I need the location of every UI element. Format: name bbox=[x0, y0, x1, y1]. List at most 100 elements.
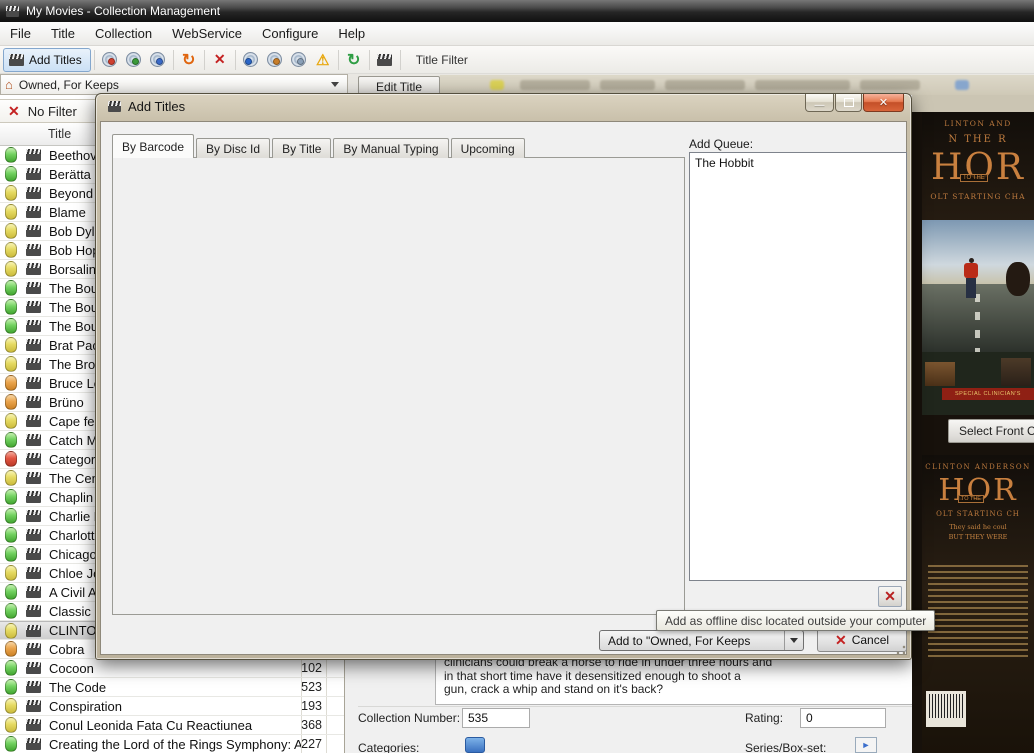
rating-input[interactable]: 0 bbox=[800, 708, 886, 728]
description-line: gun, crack a whip and stand on it's back… bbox=[444, 683, 963, 697]
blurred-icon bbox=[955, 80, 969, 90]
disc-tools-button-2[interactable] bbox=[263, 49, 287, 71]
toolbar-separator bbox=[369, 50, 370, 70]
warning-button[interactable]: ⚠ bbox=[311, 49, 335, 71]
status-pill-icon bbox=[5, 584, 17, 600]
status-pill-icon bbox=[5, 527, 17, 543]
status-pill-icon bbox=[5, 185, 17, 201]
screen: My Movies - Collection Management FileTi… bbox=[0, 0, 1034, 753]
status-pill-icon bbox=[5, 565, 17, 581]
import-disc-button[interactable] bbox=[122, 49, 146, 71]
menu-item[interactable]: Title bbox=[41, 22, 85, 45]
front-cover-image: LINTON AND N THE R HOR TO THE OLT STARTI… bbox=[922, 112, 1034, 415]
status-pill-icon bbox=[5, 204, 17, 220]
disc-globe-icon bbox=[102, 52, 117, 67]
categories-edit-icon[interactable] bbox=[465, 737, 485, 753]
list-item[interactable]: Creating the Lord of the Rings Symphony:… bbox=[0, 735, 344, 753]
disc-user-icon bbox=[267, 52, 282, 67]
menu-item[interactable]: File bbox=[0, 22, 41, 45]
list-item-number: 368 bbox=[301, 716, 326, 734]
list-item[interactable]: Conul Leonida Fata Cu Reactiunea 368 bbox=[0, 716, 344, 735]
cover-figure-legs bbox=[966, 278, 976, 298]
menu-item[interactable]: Configure bbox=[252, 22, 328, 45]
list-item[interactable]: The Code 523 bbox=[0, 678, 344, 697]
tab[interactable]: By Title bbox=[272, 138, 331, 158]
menu-item[interactable]: Collection bbox=[85, 22, 162, 45]
clapper-icon bbox=[26, 453, 41, 465]
clapper-icon bbox=[377, 54, 392, 66]
disc-drive-icon bbox=[291, 52, 306, 67]
green-refresh-icon: ↻ bbox=[347, 50, 360, 70]
filter-x-icon: ✕ bbox=[8, 103, 20, 120]
tab[interactable]: By Barcode bbox=[112, 134, 194, 158]
cover-thumb-left bbox=[925, 362, 955, 386]
minimize-button[interactable]: — bbox=[805, 94, 834, 112]
home-icon: ⌂ bbox=[5, 77, 13, 92]
series-edit-icon[interactable]: ► bbox=[855, 737, 877, 753]
clapper-icon bbox=[26, 244, 41, 256]
status-pill-icon bbox=[5, 242, 17, 258]
disc-tools-button-3[interactable] bbox=[287, 49, 311, 71]
menu-item[interactable]: Help bbox=[328, 22, 375, 45]
menu-bar: FileTitleCollectionWebServiceConfigureHe… bbox=[0, 22, 1034, 46]
maximize-button[interactable] bbox=[835, 94, 862, 112]
status-pill-icon bbox=[5, 641, 17, 657]
refresh-online-button[interactable]: ↻ bbox=[177, 49, 201, 71]
clapper-icon bbox=[26, 396, 41, 408]
clapper-icon bbox=[26, 643, 41, 655]
status-pill-icon bbox=[5, 717, 17, 733]
select-front-cover-button[interactable]: Select Front C bbox=[948, 419, 1034, 443]
clapper-icon bbox=[26, 282, 41, 294]
list-item-title: Cocoon bbox=[49, 661, 301, 676]
collection-number-input[interactable]: 535 bbox=[462, 708, 530, 728]
clapper-icon bbox=[26, 377, 41, 389]
clapper-icon bbox=[26, 719, 41, 731]
add-titles-button[interactable]: Add Titles bbox=[3, 48, 91, 72]
tab[interactable]: By Disc Id bbox=[196, 138, 270, 158]
sync-disc-button[interactable] bbox=[146, 49, 170, 71]
list-item-spacer bbox=[326, 678, 340, 696]
title-column-label: Title bbox=[48, 127, 71, 141]
collection-selector[interactable]: ⌂ Owned, For Keeps bbox=[0, 74, 348, 95]
queue-item[interactable]: The Hobbit bbox=[695, 156, 906, 170]
export-disc-button[interactable] bbox=[98, 49, 122, 71]
tab[interactable]: Upcoming bbox=[451, 138, 525, 158]
edit-title-label: Edit Title bbox=[376, 80, 422, 94]
menu-item[interactable]: WebService bbox=[162, 22, 252, 45]
remove-queue-item-button[interactable]: ✕ bbox=[878, 586, 902, 607]
status-pill-icon bbox=[5, 299, 17, 315]
list-item-spacer bbox=[326, 735, 340, 753]
list-item-number: 523 bbox=[301, 678, 326, 696]
list-item[interactable]: Conspiration 193 bbox=[0, 697, 344, 716]
caption-buttons: — ✕ bbox=[805, 94, 904, 112]
clapper-icon bbox=[26, 225, 41, 237]
add-to-collection-dropdown[interactable]: Add to "Owned, For Keeps bbox=[599, 630, 804, 651]
clapper-icon bbox=[26, 567, 41, 579]
movie-tools-button[interactable] bbox=[373, 49, 397, 71]
resize-grip[interactable] bbox=[896, 645, 906, 655]
list-item-number: 193 bbox=[301, 697, 326, 715]
refresh-collection-button[interactable]: ↻ bbox=[342, 49, 366, 71]
tab[interactable]: By Manual Typing bbox=[333, 138, 448, 158]
add-queue-list[interactable]: The Hobbit bbox=[689, 152, 907, 581]
clapper-icon bbox=[26, 263, 41, 275]
dropdown-arrow-segment[interactable] bbox=[784, 631, 803, 650]
list-item-title: Creating the Lord of the Rings Symphony:… bbox=[49, 737, 301, 752]
close-button[interactable]: ✕ bbox=[863, 94, 904, 112]
list-item-title: Conspiration bbox=[49, 699, 301, 714]
dialog-titlebar[interactable]: Add Titles bbox=[108, 99, 185, 114]
status-pill-icon bbox=[5, 413, 17, 429]
list-item[interactable]: Cocoon 102 bbox=[0, 659, 344, 678]
disc-tools-button-1[interactable] bbox=[239, 49, 263, 71]
cancel-button[interactable]: ✕ Cancel bbox=[817, 628, 907, 652]
red-x-icon: ✕ bbox=[884, 588, 896, 605]
delete-title-button[interactable]: ✕ bbox=[208, 49, 232, 71]
status-pill-icon bbox=[5, 508, 17, 524]
status-pill-icon bbox=[5, 223, 17, 239]
toolbar: Add Titles ↻ ✕ ⚠ ↻ Title Filter bbox=[0, 46, 1034, 74]
clapper-icon bbox=[26, 529, 41, 541]
status-pill-icon bbox=[5, 280, 17, 296]
status-pill-icon bbox=[5, 489, 17, 505]
filter-label: No Filter bbox=[28, 104, 77, 119]
status-pill-icon bbox=[5, 337, 17, 353]
